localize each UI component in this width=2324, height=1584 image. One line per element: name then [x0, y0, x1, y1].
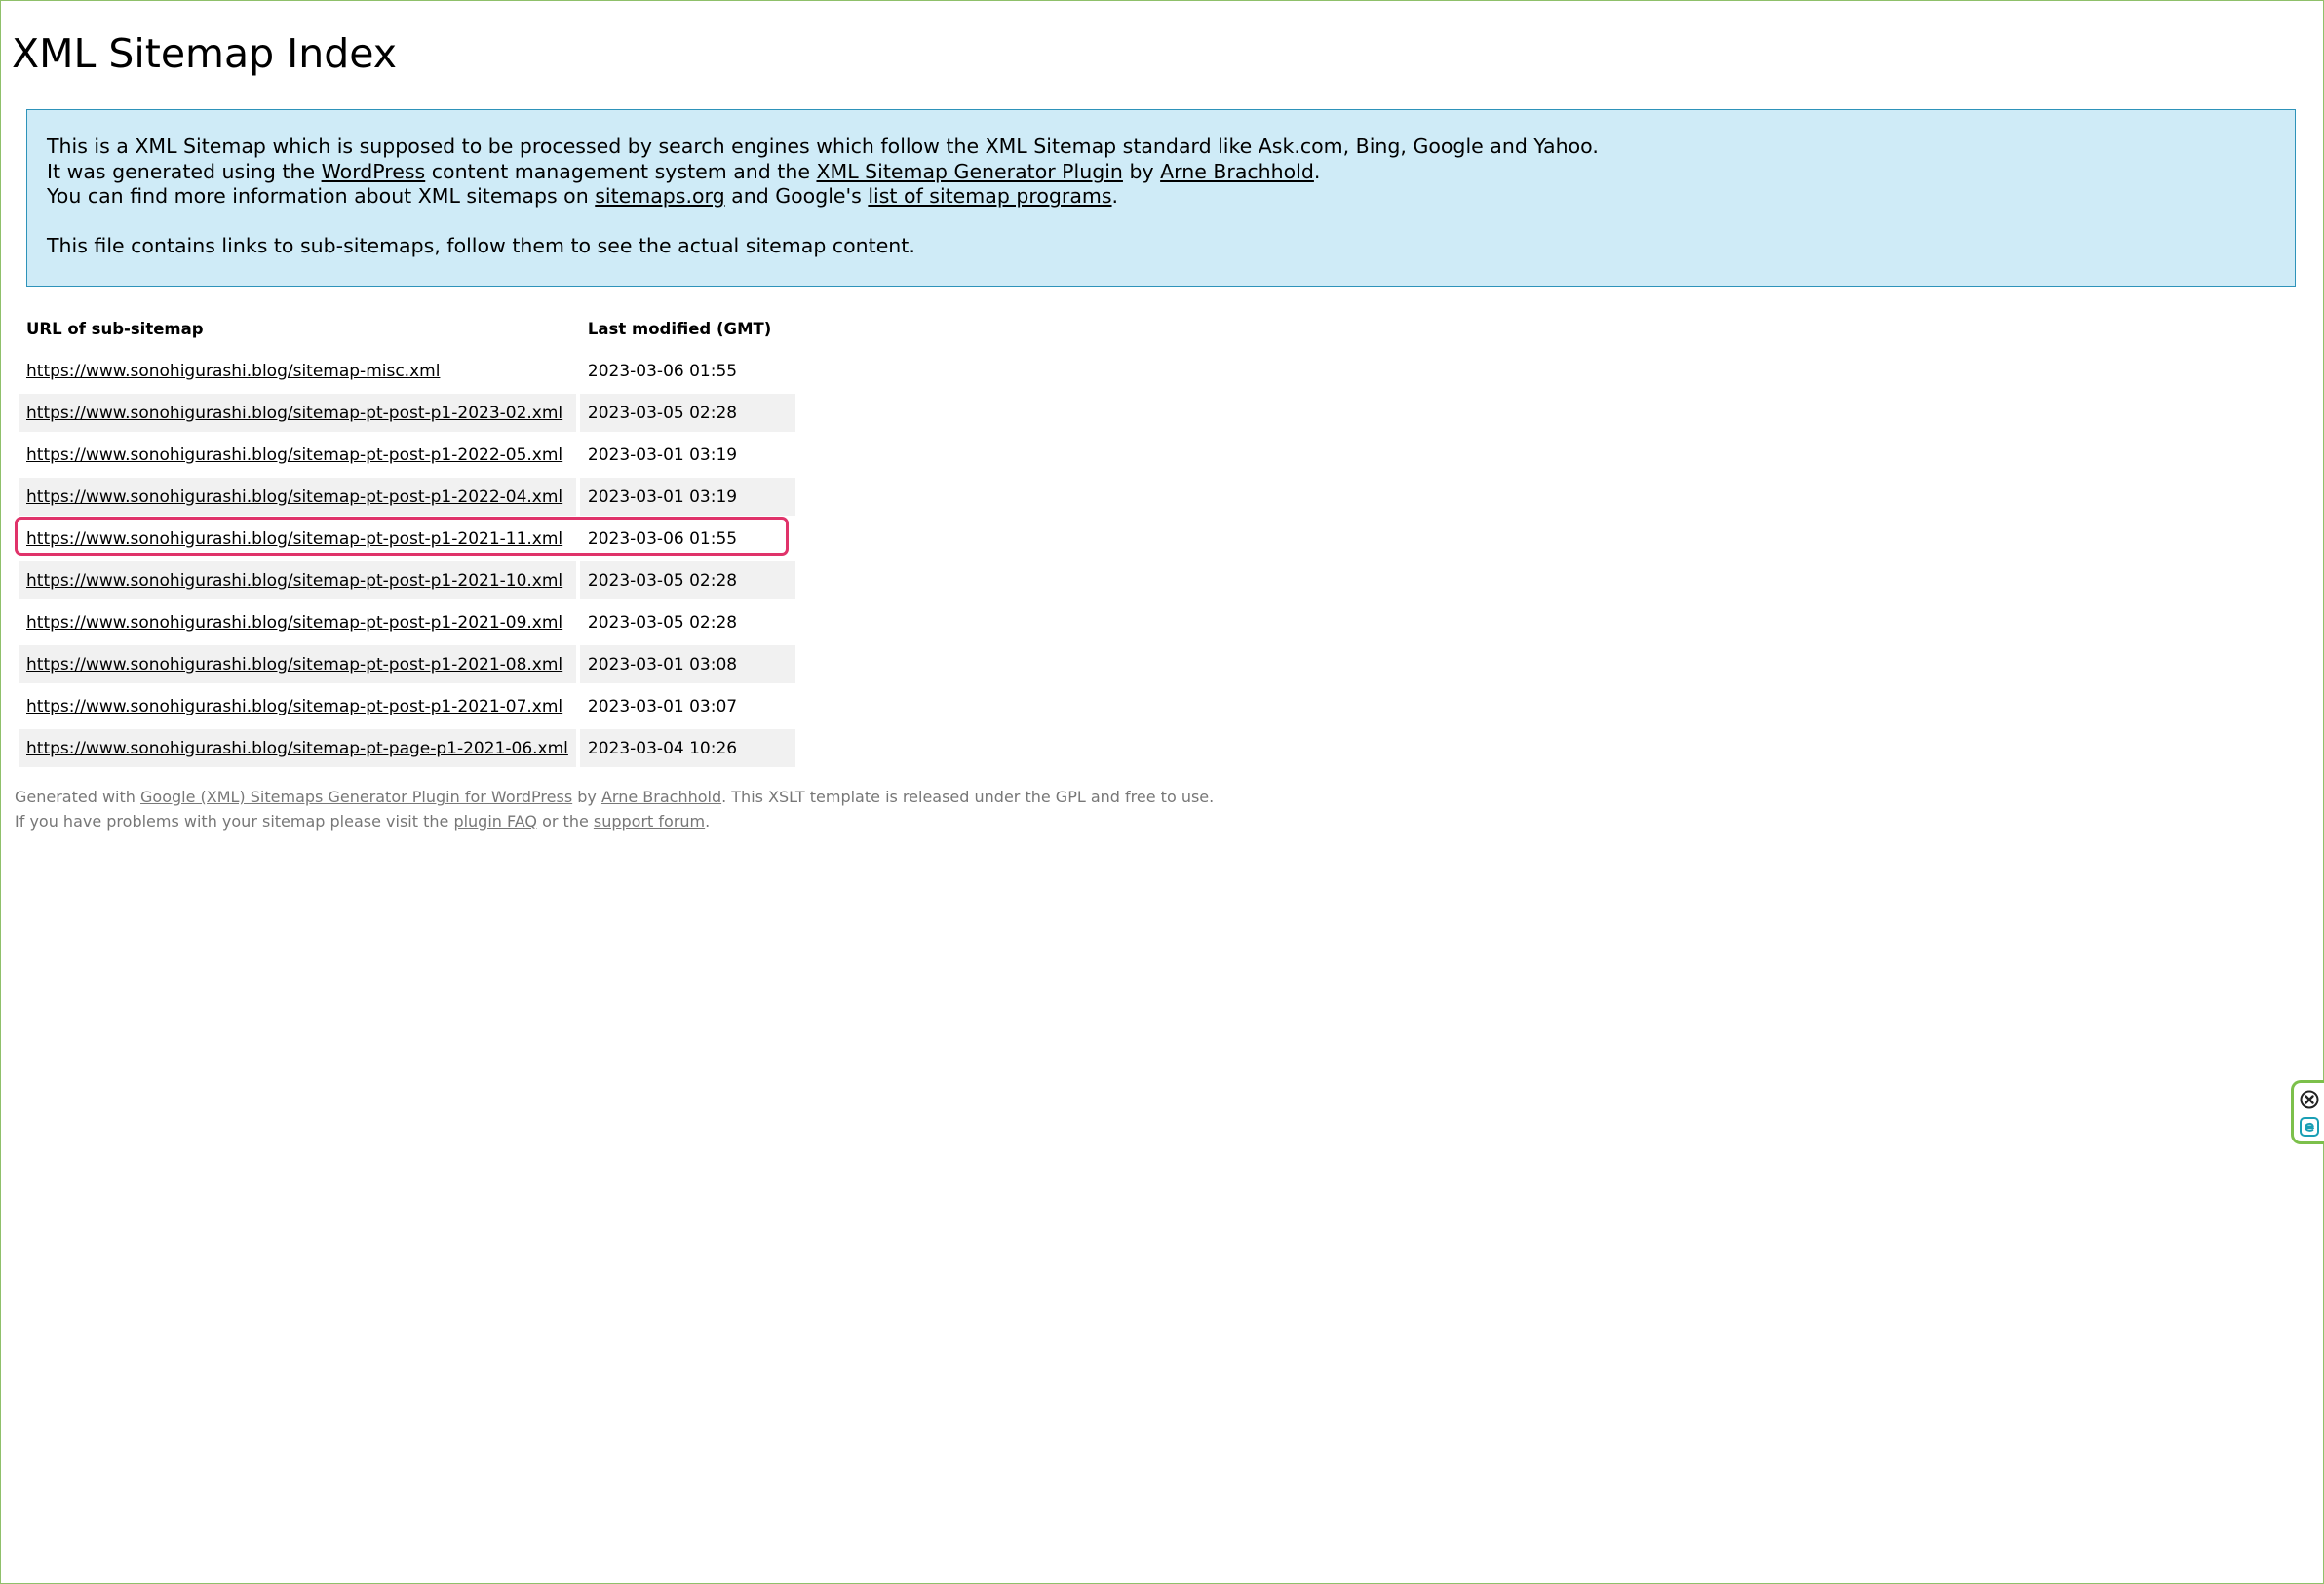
author-link[interactable]: Arne Brachhold	[601, 788, 721, 806]
row-highlight-box	[15, 517, 789, 556]
sitemap-link[interactable]: https://www.sonohigurashi.blog/sitemap-p…	[26, 655, 562, 675]
intro-line-2: It was generated using the WordPress con…	[47, 159, 1321, 183]
footer: Generated with Google (XML) Sitemaps Gen…	[15, 785, 1214, 833]
table-row: https://www.sonohigurashi.blog/sitemap-p…	[19, 436, 795, 474]
table-row: https://www.sonohigurashi.blog/sitemap-m…	[19, 352, 795, 390]
extension-e-icon[interactable]	[2300, 1117, 2319, 1137]
table-row: https://www.sonohigurashi.blog/sitemap-p…	[19, 729, 795, 767]
url-cell: https://www.sonohigurashi.blog/sitemap-p…	[19, 645, 576, 683]
url-cell: https://www.sonohigurashi.blog/sitemap-p…	[19, 561, 576, 599]
modified-cell: 2023-03-04 10:26	[579, 729, 795, 767]
page-title: XML Sitemap Index	[12, 30, 398, 77]
modified-cell: 2023-03-01 03:07	[587, 696, 738, 716]
sitemap-link[interactable]: https://www.sonohigurashi.blog/sitemap-p…	[26, 404, 562, 423]
url-column-header: URL of sub-sitemap	[26, 320, 204, 338]
table-header-row: URL of sub-sitemap Last modified (GMT)	[19, 310, 795, 348]
modified-cell: 2023-03-01 03:19	[587, 444, 738, 465]
modified-column-header: Last modified (GMT)	[587, 320, 772, 338]
sitemap-link[interactable]: https://www.sonohigurashi.blog/sitemap-p…	[26, 613, 562, 633]
table-row: https://www.sonohigurashi.blog/sitemap-p…	[19, 687, 795, 725]
intro-line-1: This is a XML Sitemap which is supposed …	[47, 135, 1599, 158]
table-row: https://www.sonohigurashi.blog/sitemap-p…	[19, 478, 795, 516]
table-row: https://www.sonohigurashi.blog/sitemap-p…	[19, 394, 795, 432]
table-row: https://www.sonohigurashi.blog/sitemap-p…	[19, 561, 795, 599]
intro-line-4: This file contains links to sub-sitemaps…	[47, 233, 915, 257]
arne-brachhold-link[interactable]: Arne Brachhold	[1160, 160, 1314, 183]
plugin-link[interactable]: Google (XML) Sitemaps Generator Plugin f…	[140, 788, 572, 806]
sitemap-link[interactable]: https://www.sonohigurashi.blog/sitemap-p…	[26, 487, 562, 507]
close-circle-icon[interactable]	[2300, 1090, 2319, 1109]
url-cell: https://www.sonohigurashi.blog/sitemap-p…	[19, 436, 576, 474]
sitemap-link[interactable]: https://www.sonohigurashi.blog/sitemap-p…	[26, 445, 562, 465]
support-forum-link[interactable]: support forum	[594, 812, 705, 831]
url-cell: https://www.sonohigurashi.blog/sitemap-p…	[19, 478, 576, 516]
modified-cell: 2023-03-01 03:08	[579, 645, 795, 683]
wordpress-link[interactable]: WordPress	[322, 160, 426, 183]
url-cell: https://www.sonohigurashi.blog/sitemap-m…	[19, 352, 576, 390]
sitemap-link[interactable]: https://www.sonohigurashi.blog/sitemap-p…	[26, 571, 562, 591]
sitemap-link[interactable]: https://www.sonohigurashi.blog/sitemap-p…	[26, 697, 562, 716]
table-row: https://www.sonohigurashi.blog/sitemap-p…	[19, 603, 795, 641]
modified-cell: 2023-03-05 02:28	[587, 612, 738, 633]
sitemaps-org-link[interactable]: sitemaps.org	[595, 184, 724, 208]
intro-box: This is a XML Sitemap which is supposed …	[26, 109, 2296, 287]
sitemap-link[interactable]: https://www.sonohigurashi.blog/sitemap-m…	[26, 362, 440, 381]
footer-line-1: Generated with Google (XML) Sitemaps Gen…	[15, 788, 1215, 806]
url-cell: https://www.sonohigurashi.blog/sitemap-p…	[19, 603, 576, 641]
modified-cell: 2023-03-05 02:28	[579, 561, 795, 599]
footer-line-2: If you have problems with your sitemap p…	[15, 812, 711, 831]
sitemap-link[interactable]: https://www.sonohigurashi.blog/sitemap-p…	[26, 739, 568, 758]
sitemap-programs-link[interactable]: list of sitemap programs	[868, 184, 1111, 208]
intro-line-3: You can find more information about XML …	[47, 184, 1119, 208]
table-row: https://www.sonohigurashi.blog/sitemap-p…	[19, 645, 795, 683]
modified-cell: 2023-03-05 02:28	[579, 394, 795, 432]
modified-cell: 2023-03-06 01:55	[587, 361, 738, 381]
modified-cell: 2023-03-01 03:19	[579, 478, 795, 516]
side-extension-widget	[2291, 1080, 2324, 1144]
url-cell: https://www.sonohigurashi.blog/sitemap-p…	[19, 729, 576, 767]
url-cell: https://www.sonohigurashi.blog/sitemap-p…	[19, 687, 576, 725]
url-cell: https://www.sonohigurashi.blog/sitemap-p…	[19, 394, 576, 432]
plugin-faq-link[interactable]: plugin FAQ	[453, 812, 537, 831]
xml-sitemap-generator-plugin-link[interactable]: XML Sitemap Generator Plugin	[816, 160, 1122, 183]
